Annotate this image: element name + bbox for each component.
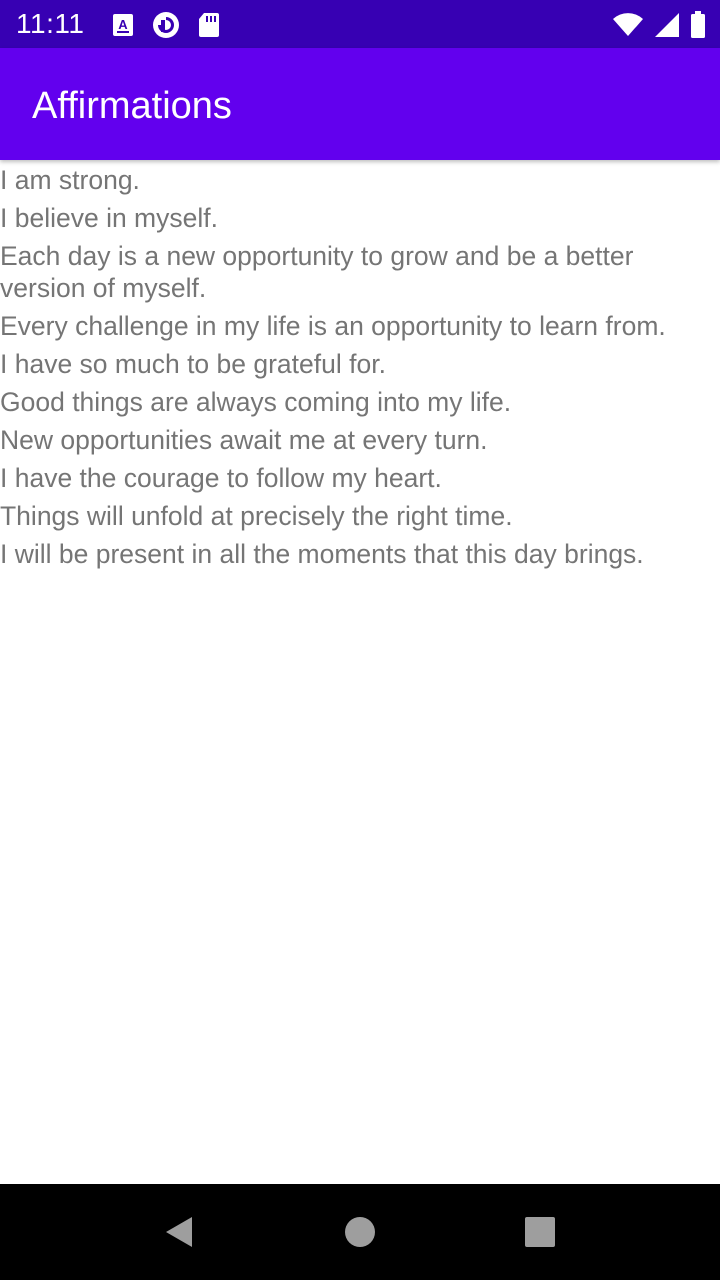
- cell-signal-icon: [654, 12, 680, 38]
- status-left-icons: A: [112, 11, 220, 39]
- home-icon: [342, 1214, 378, 1250]
- list-item: New opportunities await me at every turn…: [0, 425, 488, 455]
- list-item: I have the courage to follow my heart.: [0, 463, 442, 493]
- status-right-icons: [612, 11, 706, 39]
- recents-icon: [522, 1214, 558, 1250]
- affirmations-list: I am strong. I believe in myself. Each d…: [0, 164, 720, 576]
- list-item: Good things are always coming into my li…: [0, 387, 512, 417]
- list-item: Each day is a new opportunity to grow an…: [0, 241, 634, 303]
- list-item: I believe in myself.: [0, 203, 218, 233]
- list-item: I have so much to be grateful for.: [0, 349, 386, 379]
- status-time: 11:11: [16, 8, 85, 39]
- list-item: Every challenge in my life is an opportu…: [0, 311, 666, 341]
- svg-text:A: A: [118, 17, 128, 32]
- battery-icon: [690, 11, 706, 39]
- pocket-casts-icon: [152, 11, 180, 39]
- back-button[interactable]: [162, 1214, 198, 1250]
- a11y-icon: A: [112, 13, 134, 37]
- sd-card-icon: [198, 12, 220, 38]
- wifi-icon: [612, 12, 644, 38]
- list-item: I am strong.: [0, 165, 140, 195]
- home-button[interactable]: [342, 1214, 378, 1250]
- screen: 11:11 A Affirmations I am strong. I beli…: [0, 0, 720, 1280]
- status-bar: 11:11 A: [0, 0, 720, 48]
- list-item: I will be present in all the moments tha…: [0, 539, 644, 569]
- app-bar: Affirmations: [0, 48, 720, 160]
- recents-button[interactable]: [522, 1214, 558, 1250]
- list-item: Things will unfold at precisely the righ…: [0, 501, 513, 531]
- navigation-bar: [0, 1184, 720, 1280]
- app-title: Affirmations: [32, 85, 232, 127]
- back-icon: [162, 1214, 198, 1250]
